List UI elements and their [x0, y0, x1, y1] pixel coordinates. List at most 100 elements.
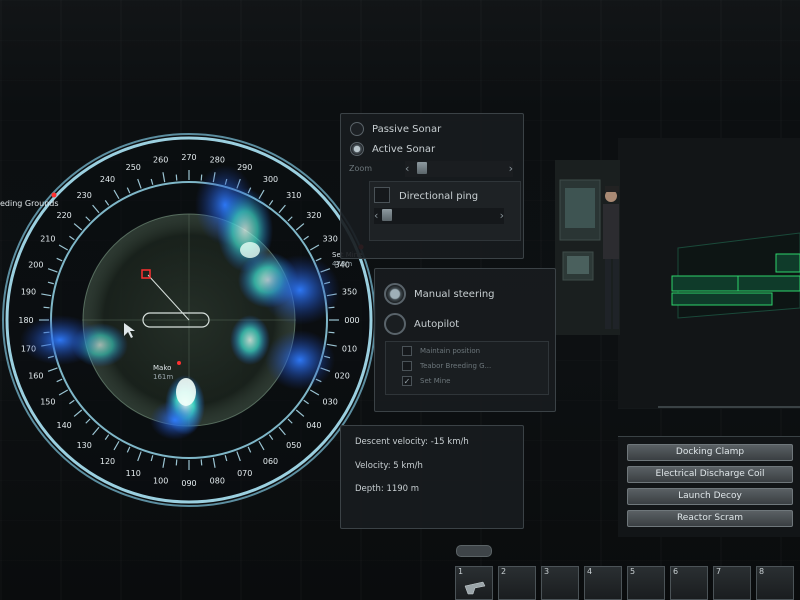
- zoom-slider[interactable]: ‹ ›: [405, 161, 513, 177]
- marker-dot-left: [51, 192, 57, 198]
- bearing-label: 090: [181, 479, 196, 488]
- bearing-label: 330: [323, 235, 338, 244]
- bearing-label: 030: [323, 398, 338, 407]
- sonar-control-panel: Passive Sonar Active Sonar Zoom ‹ › Dire…: [340, 113, 524, 259]
- steering-panel: Manual steering Autopilot Maintain posit…: [374, 268, 556, 412]
- bearing-tick: [200, 174, 203, 181]
- bearing-label: 260: [153, 155, 168, 164]
- hotbar-slot-number: 3: [544, 567, 550, 576]
- hotbar-slot[interactable]: 4: [584, 566, 622, 600]
- hotbar-slot-number: 2: [501, 567, 507, 576]
- bearing-label: 320: [306, 211, 321, 220]
- hotbar-slot[interactable]: 3: [541, 566, 579, 600]
- hotbar-toggle[interactable]: [456, 545, 492, 557]
- marker-distance-set-mine: 478m: [332, 260, 352, 268]
- bearing-label: 060: [263, 457, 278, 466]
- breeding-grounds-option[interactable]: Teabor Breeding G...: [402, 361, 491, 371]
- zoom-left-arrow-icon[interactable]: ‹: [405, 161, 409, 177]
- manual-steering-option[interactable]: Manual steering: [384, 283, 495, 305]
- zoom-right-arrow-icon[interactable]: ›: [509, 161, 513, 177]
- bearing-label: 300: [263, 175, 278, 184]
- set-mine-checkbox[interactable]: ✓: [402, 376, 412, 386]
- depth: Depth: 1190 m: [355, 484, 420, 494]
- electrical-discharge-coil-button[interactable]: Electrical Discharge Coil: [627, 466, 793, 483]
- submarine-status-display: [618, 138, 800, 408]
- marker-distance-mako: 161m: [153, 373, 173, 381]
- directional-ping-checkbox[interactable]: [374, 187, 390, 203]
- launch-decoy-button[interactable]: Launch Decoy: [627, 488, 793, 505]
- hotbar-slot-number: 7: [716, 567, 722, 576]
- maintain-position-label: Maintain position: [420, 347, 481, 355]
- directional-ping-label: Directional ping: [399, 191, 479, 202]
- bearing-label: 230: [77, 191, 92, 200]
- bearing-label: 220: [56, 211, 71, 220]
- bearing-label: 190: [21, 288, 36, 297]
- bearing-label: 110: [126, 469, 141, 478]
- active-sonar-radio[interactable]: [350, 142, 364, 156]
- bearing-label: 200: [28, 260, 43, 269]
- crew-scene: [555, 160, 620, 335]
- autopilot-label: Autopilot: [414, 318, 460, 330]
- sonar-display[interactable]: 270 2802903003103203303403500000100200300…: [0, 130, 380, 510]
- navigation-status-panel: Descent velocity: -15 km/h Velocity: 5 k…: [340, 425, 524, 529]
- hotbar-slot[interactable]: 2: [498, 566, 536, 600]
- docking-clamp-button[interactable]: Docking Clamp: [627, 444, 793, 461]
- bearing-tick: [175, 459, 178, 466]
- maintain-position-checkbox[interactable]: [402, 346, 412, 356]
- active-sonar-label: Active Sonar: [372, 143, 436, 155]
- bearing-label: 270: [181, 153, 196, 162]
- breeding-grounds-label: Teabor Breeding G...: [420, 362, 492, 370]
- zoom-label: Zoom: [349, 164, 373, 173]
- zoom-slider-knob[interactable]: [417, 162, 428, 174]
- bearing-label: 050: [286, 441, 301, 450]
- passive-sonar-label: Passive Sonar: [372, 123, 442, 135]
- directional-ping-slider[interactable]: ‹ ›: [374, 208, 504, 224]
- descent-velocity: Descent velocity: -15 km/h: [355, 437, 469, 447]
- bearing-label: 020: [335, 372, 350, 381]
- marker-label-breeding-grounds: eding Grounds: [0, 199, 59, 208]
- autopilot-radio[interactable]: [384, 313, 406, 335]
- breeding-grounds-checkbox[interactable]: [402, 361, 412, 371]
- velocity: Velocity: 5 km/h: [355, 461, 423, 471]
- hotbar-slot[interactable]: 7: [713, 566, 751, 600]
- hotbar-slot[interactable]: 1: [455, 566, 493, 600]
- ping-right-arrow-icon[interactable]: ›: [500, 208, 504, 224]
- marker-dot-bottom: [177, 361, 181, 365]
- active-sonar-option[interactable]: Active Sonar: [350, 142, 435, 156]
- autopilot-options-box: Maintain position Teabor Breeding G... ✓…: [385, 341, 549, 395]
- passive-sonar-option[interactable]: Passive Sonar: [350, 122, 441, 136]
- bearing-label: 240: [100, 175, 115, 184]
- hotbar-slot[interactable]: 5: [627, 566, 665, 600]
- bearing-label: 070: [237, 469, 252, 478]
- revolver-icon: [464, 581, 486, 595]
- passive-sonar-radio[interactable]: [350, 122, 364, 136]
- bearing-label: 130: [77, 441, 92, 450]
- directional-ping-knob[interactable]: [382, 209, 392, 221]
- hotbar-slot[interactable]: 6: [670, 566, 708, 600]
- manual-steering-label: Manual steering: [414, 288, 495, 300]
- bearing-label: 040: [306, 421, 321, 430]
- hotbar-slot-number: 8: [759, 567, 765, 576]
- autopilot-option[interactable]: Autopilot: [384, 313, 459, 335]
- bearing-label: 310: [286, 191, 301, 200]
- bearing-label: 250: [126, 163, 141, 172]
- hotbar-slot[interactable]: 8: [756, 566, 794, 600]
- bearing-label: 280: [210, 155, 225, 164]
- bearing-label: 080: [210, 477, 225, 486]
- bearing-label: 100: [153, 477, 168, 486]
- bearing-label: 160: [28, 372, 43, 381]
- bearing-label: 000: [344, 316, 359, 325]
- manual-steering-radio[interactable]: [384, 283, 406, 305]
- reactor-scram-button[interactable]: Reactor Scram: [627, 510, 793, 527]
- maintain-position-option[interactable]: Maintain position: [402, 346, 480, 356]
- bearing-tick: [175, 174, 178, 181]
- ping-left-arrow-icon[interactable]: ‹: [374, 208, 378, 224]
- bearing-label: 210: [40, 235, 55, 244]
- hotbar-slot-number: 6: [673, 567, 679, 576]
- bearing-label: 150: [40, 398, 55, 407]
- bearing-tick: [328, 331, 335, 334]
- bearing-label: 350: [342, 288, 357, 297]
- set-mine-option[interactable]: ✓ Set Mine: [402, 376, 450, 386]
- set-mine-label: Set Mine: [420, 377, 451, 385]
- bearing-label: 010: [342, 344, 357, 353]
